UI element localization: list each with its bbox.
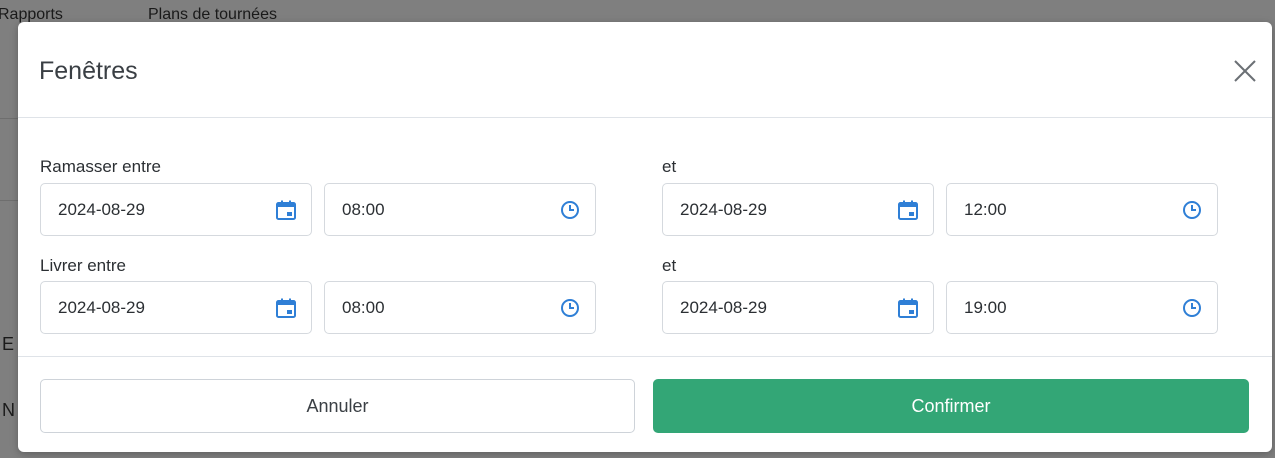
close-icon <box>1234 60 1256 82</box>
pickup-to-date-input[interactable]: 2024-08-29 <box>662 183 934 236</box>
cancel-button[interactable]: Annuler <box>40 379 635 433</box>
clock-icon[interactable] <box>1181 297 1203 319</box>
delivery-to-date-value: 2024-08-29 <box>680 298 767 317</box>
delivery-from-time-value: 08:00 <box>342 298 385 317</box>
clock-icon[interactable] <box>1181 199 1203 221</box>
pickup-from-time-value: 08:00 <box>342 200 385 219</box>
calendar-icon[interactable] <box>275 297 297 319</box>
background-fragment: E <box>2 334 15 354</box>
delivery-to-time-input[interactable]: 19:00 <box>946 281 1218 334</box>
background-nav: Rapports Plans de tournées <box>0 0 1275 23</box>
delivery-to-date-input[interactable]: 2024-08-29 <box>662 281 934 334</box>
delivery-to-time-value: 19:00 <box>964 298 1007 317</box>
background-divider <box>0 200 18 201</box>
delivery-from-date-value: 2024-08-29 <box>58 298 145 317</box>
windows-dialog: Fenêtres Ramasser entre et 2024-08-29 08… <box>18 22 1272 452</box>
close-button[interactable] <box>1232 58 1258 84</box>
background-divider <box>0 118 18 119</box>
calendar-icon[interactable] <box>897 199 919 221</box>
pickup-to-time-input[interactable]: 12:00 <box>946 183 1218 236</box>
delivery-from-label: Livrer entre <box>40 256 126 275</box>
delivery-to-label: et <box>662 256 677 275</box>
clock-icon[interactable] <box>559 297 581 319</box>
dialog-body: Ramasser entre et 2024-08-29 08:00 2024-… <box>18 119 1272 357</box>
confirm-button[interactable]: Confirmer <box>653 379 1249 433</box>
pickup-to-label: et <box>662 157 677 176</box>
pickup-to-time-value: 12:00 <box>964 200 1007 219</box>
dialog-footer: Annuler Confirmer <box>18 356 1272 452</box>
clock-icon[interactable] <box>559 199 581 221</box>
delivery-from-date-input[interactable]: 2024-08-29 <box>40 281 312 334</box>
pickup-from-date-value: 2024-08-29 <box>58 200 145 219</box>
pickup-from-time-input[interactable]: 08:00 <box>324 183 596 236</box>
calendar-icon[interactable] <box>897 297 919 319</box>
delivery-from-time-input[interactable]: 08:00 <box>324 281 596 334</box>
pickup-from-label: Ramasser entre <box>40 157 161 176</box>
pickup-to-date-value: 2024-08-29 <box>680 200 767 219</box>
dialog-header: Fenêtres <box>18 22 1272 118</box>
dialog-title: Fenêtres <box>39 57 138 85</box>
calendar-icon[interactable] <box>275 199 297 221</box>
pickup-from-date-input[interactable]: 2024-08-29 <box>40 183 312 236</box>
background-fragment: N <box>2 400 15 420</box>
